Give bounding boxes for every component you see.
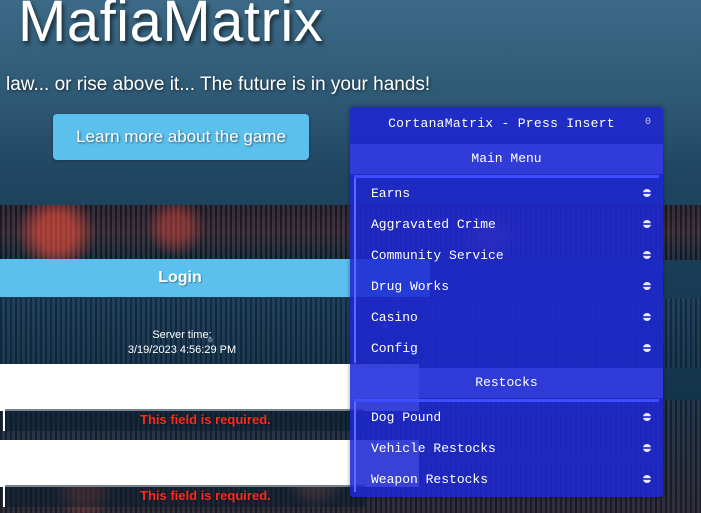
- toggle-indicator-icon[interactable]: [643, 413, 651, 421]
- menu-item-earns[interactable]: Earns: [356, 178, 661, 209]
- menu-item-label: Dog Pound: [371, 410, 442, 425]
- server-time-label: Server time:: [152, 329, 212, 341]
- menu-item-weapon-restocks[interactable]: Weapon Restocks: [356, 464, 661, 495]
- main-menu-header[interactable]: Main Menu: [350, 144, 663, 174]
- overlay-title-text: CortanaMatrix - Press Insert: [388, 116, 615, 131]
- toggle-indicator-icon[interactable]: [643, 251, 651, 259]
- learn-more-button[interactable]: Learn more about the game: [53, 114, 309, 160]
- menu-item-label: Casino: [371, 310, 418, 325]
- menu-item-drug-works[interactable]: Drug Works: [356, 271, 661, 302]
- toggle-indicator-icon[interactable]: [643, 220, 651, 228]
- menu-item-label: Vehicle Restocks: [371, 441, 496, 456]
- menu-item-label: Aggravated Crime: [371, 217, 496, 232]
- cortana-overlay-menu[interactable]: CortanaMatrix - Press Insert 0 Main Menu…: [350, 107, 663, 497]
- server-time-value: 3/19/2023 4:56:29 PM: [127, 344, 237, 356]
- server-time: Server time: 3/19/2023 4:56:29 PM: [107, 328, 257, 358]
- toggle-indicator-icon[interactable]: [643, 475, 651, 483]
- username-error: This field is required.: [140, 412, 271, 427]
- toggle-indicator-icon[interactable]: [643, 344, 651, 352]
- menu-item-vehicle-restocks[interactable]: Vehicle Restocks: [356, 433, 661, 464]
- menu-item-label: Weapon Restocks: [371, 472, 489, 487]
- menu-item-label: Community Service: [371, 248, 504, 263]
- menu-item-dog-pound[interactable]: Dog Pound: [356, 402, 661, 433]
- menu-item-community-service[interactable]: Community Service: [356, 240, 661, 271]
- overlay-title[interactable]: CortanaMatrix - Press Insert: [350, 116, 663, 131]
- menu-item-label: Config: [371, 341, 418, 356]
- site-tagline: law... or rise above it... The future is…: [6, 74, 431, 95]
- toggle-indicator-icon[interactable]: [643, 313, 651, 321]
- menu-item-casino[interactable]: Casino: [356, 302, 661, 333]
- site-logo-text: MafiaMatrix: [18, 0, 324, 54]
- toggle-indicator-icon[interactable]: [643, 444, 651, 452]
- toggle-indicator-icon[interactable]: [643, 282, 651, 290]
- toggle-indicator-icon[interactable]: [643, 189, 651, 197]
- restocks-list: Dog Pound Vehicle Restocks Weapon Restoc…: [354, 402, 661, 492]
- menu-item-aggravated-crime[interactable]: Aggravated Crime: [356, 209, 661, 240]
- login-title: Login: [158, 269, 202, 286]
- restocks-header[interactable]: Restocks: [350, 368, 663, 398]
- main-menu-list: Earns Aggravated Crime Community Service…: [354, 178, 661, 363]
- menu-item-label: Drug Works: [371, 279, 450, 294]
- overlay-status-icon: 0: [644, 117, 651, 128]
- menu-item-label: Earns: [371, 186, 411, 201]
- menu-item-config[interactable]: Config: [356, 333, 661, 364]
- password-error: This field is required.: [140, 488, 271, 503]
